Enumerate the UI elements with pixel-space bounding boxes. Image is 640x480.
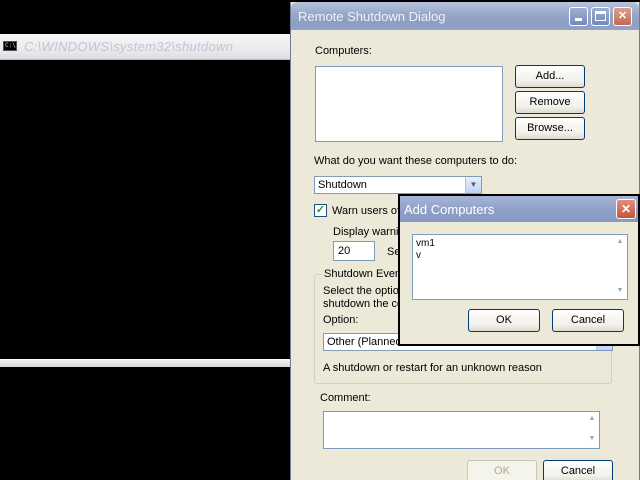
add-computers-cancel-button[interactable]: Cancel: [552, 309, 624, 332]
add-computers-titlebar[interactable]: Add Computers ✕: [400, 196, 638, 222]
option-label: Option:: [323, 314, 359, 326]
browse-button[interactable]: Browse...: [515, 117, 585, 140]
option-description: A shutdown or restart for an unknown rea…: [323, 362, 542, 374]
seconds-input[interactable]: 20: [333, 241, 375, 261]
console-window[interactable]: C:\ C:\WINDOWS\system32\shutdown: [0, 28, 296, 368]
add-button[interactable]: Add...: [515, 65, 585, 88]
scroll-up-icon[interactable]: ▲: [615, 238, 625, 248]
scroll-down-icon[interactable]: ▼: [615, 287, 625, 297]
console-bottom-border: [0, 359, 296, 367]
shutdown-event-label: Shutdown Even: [322, 268, 404, 280]
add-computers-close-button[interactable]: ✕: [616, 199, 636, 219]
console-body[interactable]: [0, 61, 296, 361]
console-titlebar[interactable]: C:\ C:\WINDOWS\system32\shutdown: [0, 34, 296, 60]
scroll-down-icon[interactable]: ▼: [587, 435, 597, 445]
add-computers-title: Add Computers: [404, 202, 495, 217]
select-option-text-1: Select the optio: [323, 285, 399, 297]
close-icon: ✕: [617, 10, 628, 22]
comment-label: Comment:: [320, 392, 371, 404]
action-select-value: Shutdown: [318, 179, 367, 191]
select-option-text-2: shutdown the co: [323, 298, 404, 310]
dialog-title: Remote Shutdown Dialog: [298, 9, 446, 24]
warn-users-label: Warn users of: [332, 205, 401, 217]
remove-button[interactable]: Remove: [515, 91, 585, 114]
close-icon: ✕: [620, 202, 632, 216]
computers-label: Computers:: [315, 45, 372, 57]
action-select[interactable]: Shutdown ▼: [314, 176, 482, 194]
computers-list[interactable]: [315, 66, 503, 142]
add-computers-ok-button[interactable]: OK: [468, 309, 540, 332]
dialog-titlebar[interactable]: Remote Shutdown Dialog ✕: [291, 2, 639, 30]
dialog-cancel-button[interactable]: Cancel: [543, 460, 613, 480]
desktop: C:\ C:\WINDOWS\system32\shutdown Remote …: [0, 0, 640, 480]
action-label: What do you want these computers to do:: [314, 155, 518, 167]
chevron-down-icon[interactable]: ▼: [465, 177, 481, 193]
dialog-ok-button[interactable]: OK: [467, 460, 537, 480]
computer-name-line: v: [416, 250, 421, 261]
console-title: C:\WINDOWS\system32\shutdown: [24, 39, 234, 54]
comment-textarea[interactable]: ▲ ▼: [323, 411, 600, 449]
scroll-up-icon[interactable]: ▲: [587, 415, 597, 425]
minimize-icon: [575, 18, 582, 21]
option-select-value: Other (Planned: [327, 336, 402, 348]
display-warning-label: Display warnin: [333, 226, 405, 238]
add-computers-dialog: Add Computers ✕ vm1 v ▲ ▼ OK Cancel: [398, 194, 640, 346]
computer-name-line: vm1: [416, 238, 435, 249]
maximize-icon: [595, 11, 606, 21]
console-icon: C:\: [3, 41, 17, 51]
computer-names-textarea[interactable]: vm1 v ▲ ▼: [412, 234, 628, 300]
minimize-button[interactable]: [569, 7, 588, 26]
maximize-button[interactable]: [591, 7, 610, 26]
close-button[interactable]: ✕: [613, 7, 632, 26]
warn-users-checkbox[interactable]: ✓: [314, 204, 327, 217]
seconds-input-value: 20: [338, 245, 351, 257]
